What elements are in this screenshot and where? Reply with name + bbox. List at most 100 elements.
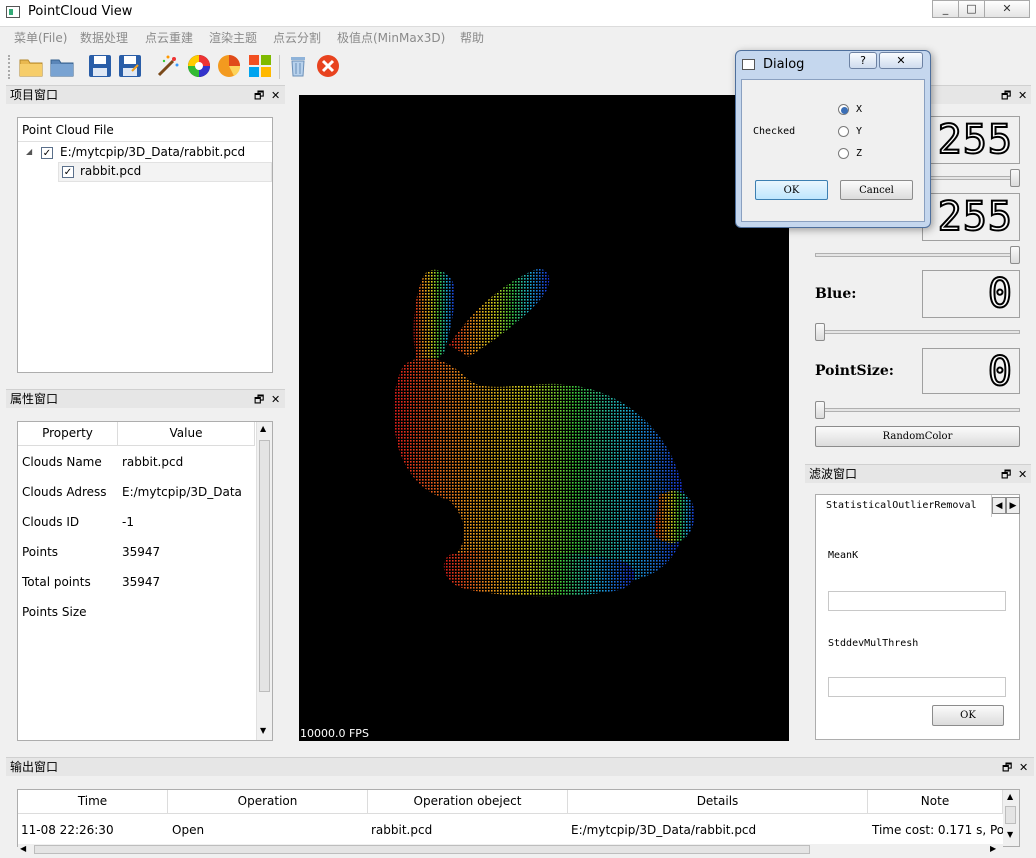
scroll-down-icon[interactable]: ▼ — [1007, 830, 1013, 839]
pointsize-lcd: 0 — [922, 348, 1020, 396]
tree-expand-icon[interactable]: ◢ — [26, 147, 32, 156]
column-header-value[interactable]: Value — [118, 422, 255, 446]
output-table: Time Operation Operation obeject Details… — [17, 789, 1020, 847]
property-value: rabbit.pcd — [122, 455, 184, 469]
maximize-button[interactable]: □ — [958, 0, 985, 18]
meank-label: MeanK — [828, 550, 859, 561]
dialog-cancel-button[interactable]: Cancel — [840, 180, 913, 200]
scroll-thumb[interactable] — [1005, 806, 1016, 824]
menu-data-processing[interactable]: 数据处理 — [80, 28, 128, 48]
project-dock-title: 项目窗口 🗗 ✕ — [6, 85, 285, 104]
blue-slider-track[interactable] — [815, 330, 1020, 334]
vertical-scrollbar[interactable]: ▲ ▼ — [256, 422, 272, 740]
project-tree: Point Cloud File ◢ ✓ E:/mytcpip/3D_Data/… — [17, 117, 273, 373]
table-row[interactable]: 11-08 22:26:30 Open rabbit.pcd E:/mytcpi… — [18, 823, 1015, 841]
property-value: E:/mytcpip/3D_Data — [122, 485, 242, 499]
green-slider-track[interactable] — [815, 253, 1020, 257]
help-icon: ? — [860, 54, 866, 67]
minimize-button[interactable]: _ — [932, 0, 959, 18]
column-header-property[interactable]: Property — [18, 422, 118, 446]
property-value: 35947 — [122, 545, 161, 559]
pointsize-slider-knob[interactable] — [815, 401, 825, 419]
filter-ok-button[interactable]: OK — [932, 705, 1004, 726]
close-icon: ✕ — [1002, 2, 1012, 15]
green-slider-knob[interactable] — [1010, 246, 1020, 264]
tree-child-checkbox[interactable]: ✓ — [62, 166, 74, 178]
close-red-icon[interactable] — [315, 53, 341, 79]
random-color-button[interactable]: RandomColor — [815, 426, 1020, 447]
scroll-down-icon[interactable]: ▼ — [260, 726, 266, 735]
radio-z-label[interactable]: Z — [856, 148, 862, 159]
blue-slider-knob[interactable] — [815, 323, 825, 341]
menu-help[interactable]: 帮助 — [460, 28, 484, 48]
color-wheel-icon[interactable] — [186, 53, 212, 79]
menu-minmax3d[interactable]: 极值点(MinMax3D) — [337, 28, 445, 48]
dialog-ok-button[interactable]: OK — [755, 180, 828, 200]
column-header-operation[interactable]: Operation — [168, 790, 368, 814]
output-horizontal-scrollbar[interactable]: ◀ ▶ — [18, 844, 1003, 856]
scroll-right-icon[interactable]: ▶ — [990, 844, 996, 853]
stddev-input[interactable] — [828, 677, 1006, 697]
close-icon[interactable]: ✕ — [271, 391, 280, 409]
radio-z[interactable] — [838, 148, 849, 159]
dialog-title: Dialog — [763, 57, 805, 72]
property-value: -1 — [122, 515, 134, 529]
window-title: PointCloud View — [28, 4, 133, 19]
property-dock-title: 属性窗口 🗗 ✕ — [6, 389, 285, 408]
close-button[interactable]: ✕ — [984, 0, 1030, 18]
toolbar-grip — [8, 55, 11, 79]
filter-panel: StatisticalOutlierRemoval ◀ ▶ MeanK Stdd… — [815, 494, 1020, 740]
scroll-thumb[interactable] — [259, 440, 270, 692]
menu-bar: 菜单(File) 数据处理 点云重建 渲染主题 点云分割 极值点(MinMax3… — [0, 28, 1036, 48]
float-icon[interactable]: 🗗 — [1001, 466, 1011, 484]
h-scroll-thumb[interactable] — [34, 845, 810, 854]
red-slider-knob[interactable] — [1010, 169, 1020, 187]
pointsize-slider-track[interactable] — [815, 408, 1020, 412]
radio-y-label[interactable]: Y — [856, 126, 862, 137]
tree-item-label[interactable]: E:/mytcpip/3D_Data/rabbit.pcd — [60, 145, 245, 159]
magic-wand-icon[interactable] — [155, 53, 181, 79]
radio-x[interactable] — [838, 104, 849, 115]
tree-item-checkbox[interactable]: ✓ — [41, 147, 53, 159]
column-header-time[interactable]: Time — [18, 790, 168, 814]
theme-icon[interactable] — [247, 53, 273, 79]
scroll-up-icon[interactable]: ▲ — [260, 424, 266, 433]
open-file-icon[interactable] — [49, 53, 75, 79]
scroll-left-icon[interactable]: ◀ — [20, 844, 26, 853]
menu-render-theme[interactable]: 渲染主题 — [209, 28, 257, 48]
point-cloud-viewer[interactable]: 10000.0 FPS — [299, 95, 789, 741]
tab-statistical-outlier-removal[interactable]: StatisticalOutlierRemoval — [816, 495, 992, 517]
tree-child-label[interactable]: rabbit.pcd — [80, 164, 141, 178]
save-as-icon[interactable] — [117, 53, 143, 79]
tab-scroll-right-icon[interactable]: ▶ — [1006, 497, 1020, 514]
menu-file[interactable]: 菜单(File) — [14, 28, 67, 48]
filter-dock-title: 滤波窗口 🗗 ✕ — [805, 464, 1031, 483]
close-icon[interactable]: ✕ — [1018, 466, 1027, 484]
close-icon[interactable]: ✕ — [271, 87, 280, 105]
float-icon[interactable]: 🗗 — [1001, 87, 1011, 105]
radio-x-label[interactable]: X — [856, 104, 862, 115]
float-icon[interactable]: 🗗 — [254, 87, 264, 105]
save-icon[interactable] — [87, 53, 113, 79]
radio-y[interactable] — [838, 126, 849, 137]
output-vertical-scrollbar[interactable]: ▲ ▼ — [1003, 790, 1019, 846]
meank-input[interactable] — [828, 591, 1006, 611]
menu-segmentation[interactable]: 点云分割 — [273, 28, 321, 48]
delete-icon[interactable] — [285, 53, 311, 79]
close-icon[interactable]: ✕ — [1018, 87, 1027, 105]
tab-scroll-left-icon[interactable]: ◀ — [992, 497, 1006, 514]
green-value: 255 — [937, 193, 1013, 241]
close-icon[interactable]: ✕ — [1019, 759, 1028, 777]
dialog-close-button[interactable]: ✕ — [879, 52, 923, 69]
pie-icon[interactable] — [216, 53, 242, 79]
red-value: 255 — [937, 116, 1013, 164]
scroll-up-icon[interactable]: ▲ — [1007, 792, 1013, 801]
float-icon[interactable]: 🗗 — [254, 391, 264, 409]
dialog-help-button[interactable]: ? — [849, 52, 877, 69]
menu-reconstruction[interactable]: 点云重建 — [145, 28, 193, 48]
float-icon[interactable]: 🗗 — [1002, 759, 1012, 777]
column-header-note[interactable]: Note — [868, 790, 1003, 814]
column-header-operation-object[interactable]: Operation obeject — [368, 790, 568, 814]
open-folder-icon[interactable] — [18, 53, 44, 79]
column-header-details[interactable]: Details — [568, 790, 868, 814]
